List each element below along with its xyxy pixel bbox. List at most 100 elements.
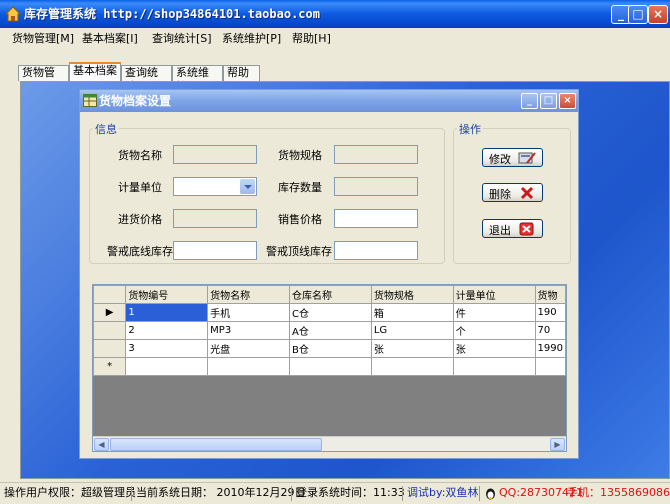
stock-qty-label: 库存数量 bbox=[278, 181, 322, 194]
dialog-close-button[interactable]: × bbox=[559, 93, 576, 109]
scroll-right-icon[interactable]: ▶ bbox=[550, 438, 565, 451]
scroll-thumb[interactable] bbox=[110, 438, 322, 451]
stock-qty-field[interactable] bbox=[334, 177, 418, 196]
cell[interactable] bbox=[370, 357, 454, 376]
cell[interactable]: 张 bbox=[452, 339, 536, 358]
sell-price-field[interactable] bbox=[334, 209, 418, 228]
status-user: 操作用户权限：超级管理员 bbox=[4, 486, 136, 499]
cell[interactable] bbox=[125, 357, 209, 376]
menu-archive[interactable]: 基本档案[I] bbox=[82, 30, 138, 46]
cell[interactable]: C仓 bbox=[289, 303, 372, 322]
row-header-current[interactable]: ▶ bbox=[93, 303, 127, 322]
house-icon bbox=[5, 6, 21, 22]
min-stock-label: 警戒底线库存 bbox=[107, 245, 173, 258]
status-login-time: 登录系统时间：11:33 bbox=[296, 486, 405, 499]
cell[interactable] bbox=[452, 357, 536, 376]
menu-query[interactable]: 查询统计[S] bbox=[152, 30, 212, 46]
unit-select[interactable] bbox=[173, 177, 257, 196]
sell-price-label: 销售价格 bbox=[278, 213, 322, 226]
goods-spec-label: 货物规格 bbox=[278, 149, 322, 162]
col-header-goods-id[interactable]: 货物编号 bbox=[125, 285, 209, 304]
edit-icon bbox=[518, 152, 536, 164]
tab-help[interactable]: 帮助 bbox=[223, 65, 260, 81]
ops-group-label: 操作 bbox=[457, 121, 483, 137]
table-row[interactable]: 3 光盘 B仓 张 张 1990 bbox=[93, 339, 566, 358]
row-header[interactable] bbox=[93, 321, 127, 340]
exit-icon bbox=[519, 222, 534, 236]
cell[interactable] bbox=[289, 357, 372, 376]
col-header-unit[interactable]: 计量单位 bbox=[452, 285, 536, 304]
horizontal-scrollbar[interactable]: ◀ ▶ bbox=[93, 436, 566, 451]
exit-button[interactable]: 退出 bbox=[482, 219, 543, 238]
menu-help[interactable]: 帮助[H] bbox=[292, 30, 331, 46]
delete-button[interactable]: 删除 bbox=[482, 183, 543, 202]
cell[interactable]: 190 bbox=[534, 303, 566, 322]
cell[interactable]: 手机 bbox=[207, 303, 290, 322]
cell[interactable]: 70 bbox=[534, 321, 566, 340]
col-header-goods-name[interactable]: 货物名称 bbox=[207, 285, 290, 304]
cell[interactable]: 3 bbox=[125, 339, 209, 358]
col-header-warehouse[interactable]: 仓库名称 bbox=[289, 285, 372, 304]
cell[interactable]: 件 bbox=[452, 303, 536, 322]
cell[interactable]: 个 bbox=[452, 321, 536, 340]
col-header-spec[interactable]: 货物规格 bbox=[370, 285, 454, 304]
status-separator bbox=[479, 486, 480, 501]
menu-goods[interactable]: 货物管理[M] bbox=[12, 30, 74, 46]
scroll-left-icon[interactable]: ◀ bbox=[94, 438, 109, 451]
goods-name-label: 货物名称 bbox=[118, 149, 162, 162]
maximize-button[interactable]: □ bbox=[628, 5, 648, 24]
table-icon bbox=[83, 94, 97, 107]
app-title-bar[interactable]: 库存管理系统 http://shop34864101.taobao.com _ … bbox=[0, 0, 670, 28]
unit-label: 计量单位 bbox=[118, 181, 162, 194]
col-header-goods-partial[interactable]: 货物 bbox=[534, 285, 566, 304]
table-row[interactable]: 2 MP3 A仓 LG 个 70 bbox=[93, 321, 566, 340]
status-separator bbox=[291, 486, 292, 501]
goods-name-field[interactable] bbox=[173, 145, 257, 164]
cell[interactable]: LG bbox=[370, 321, 454, 340]
close-button[interactable]: × bbox=[648, 5, 668, 24]
tab-archive[interactable]: 基本档案 bbox=[69, 62, 121, 81]
cell[interactable]: 箱 bbox=[370, 303, 454, 322]
tab-goods[interactable]: 货物管理 bbox=[18, 65, 69, 93]
row-header[interactable] bbox=[93, 339, 127, 358]
buy-price-field[interactable] bbox=[173, 209, 257, 228]
cell[interactable]: 1990 bbox=[534, 339, 566, 358]
chevron-down-icon[interactable] bbox=[240, 179, 255, 194]
cell[interactable]: 2 bbox=[125, 321, 209, 340]
menu-bar: 货物管理[M] 基本档案[I] 查询统计[S] 系统维护[P] 帮助[H] bbox=[0, 28, 670, 46]
exit-button-label: 退出 bbox=[489, 224, 511, 237]
dialog-title-bar[interactable]: 货物档案设置 _ □ × bbox=[80, 90, 578, 112]
grid-corner bbox=[93, 285, 127, 304]
tab-query[interactable]: 查询统计 bbox=[121, 65, 172, 93]
max-stock-label: 警戒顶线库存 bbox=[266, 245, 332, 258]
cell[interactable]: 光盘 bbox=[207, 339, 290, 358]
tab-system[interactable]: 系统维护 bbox=[172, 65, 223, 93]
status-bar: 操作用户权限：超级管理员 当前系统日期： 2010年12月29日 登录系统时间：… bbox=[0, 482, 670, 504]
cell[interactable]: B仓 bbox=[289, 339, 372, 358]
status-date: 当前系统日期： 2010年12月29日 bbox=[136, 486, 306, 499]
delete-button-label: 删除 bbox=[489, 188, 511, 201]
dialog-maximize-button[interactable]: □ bbox=[540, 93, 557, 109]
goods-data-grid[interactable]: 货物编号 货物名称 仓库名称 货物规格 计量单位 货物 ▶ 1 手机 C仓 箱 … bbox=[92, 284, 567, 452]
goods-spec-field[interactable] bbox=[334, 145, 418, 164]
status-debug-credit: 调试by:双鱼林 bbox=[407, 486, 479, 499]
status-separator bbox=[402, 486, 403, 501]
cell[interactable]: A仓 bbox=[289, 321, 372, 340]
app-title: 库存管理系统 http://shop34864101.taobao.com bbox=[24, 7, 320, 21]
cell[interactable] bbox=[534, 357, 566, 376]
menu-system[interactable]: 系统维护[P] bbox=[222, 30, 281, 46]
cell[interactable]: 张 bbox=[370, 339, 454, 358]
penguin-icon bbox=[486, 488, 495, 500]
new-row[interactable]: * bbox=[93, 357, 566, 376]
dialog-minimize-button[interactable]: _ bbox=[521, 93, 538, 109]
delete-x-icon bbox=[520, 186, 534, 200]
status-separator bbox=[131, 486, 132, 501]
cell[interactable] bbox=[207, 357, 290, 376]
cell[interactable]: 1 bbox=[125, 303, 209, 322]
edit-button[interactable]: 修改 bbox=[482, 148, 543, 167]
table-row[interactable]: ▶ 1 手机 C仓 箱 件 190 bbox=[93, 303, 566, 322]
max-stock-field[interactable] bbox=[334, 241, 418, 260]
cell[interactable]: MP3 bbox=[207, 321, 290, 340]
row-header-new[interactable]: * bbox=[93, 357, 127, 376]
min-stock-field[interactable] bbox=[173, 241, 257, 260]
